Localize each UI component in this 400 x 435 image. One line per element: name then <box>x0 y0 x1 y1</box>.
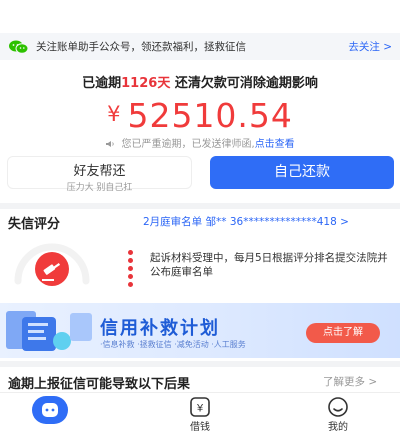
friend-pay-sublabel: 压力大 别自己扛 <box>66 183 133 193</box>
overdue-suffix: 还清欠款可消除逾期影响 <box>170 76 318 91</box>
notice-text: 关注账单助手公众号，领还款福利，拯救征信 <box>36 41 246 53</box>
home-icon <box>32 396 68 424</box>
self-pay-button[interactable]: 自己还款 <box>210 156 394 189</box>
bottom-tab-bar: ¥ 借钱 我的 <box>0 392 400 435</box>
timeline-dots <box>128 250 134 290</box>
profile-icon <box>327 396 349 418</box>
timeline-text: 起诉材料受理中，每月5日根据评分排名提交法院并公布庭审名单 <box>150 252 388 278</box>
view-letter-link[interactable]: 点击查看 <box>255 139 295 150</box>
learn-more-link[interactable]: 了解更多 > <box>323 374 377 389</box>
currency-symbol: ¥ <box>107 102 122 126</box>
notice-bar[interactable]: 关注账单助手公众号，领还款福利，拯救征信 去关注 > <box>0 33 400 60</box>
warning-text: 您已严重逾期，已发送律师函, <box>121 139 255 150</box>
friend-pay-label: 好友帮还 <box>73 164 126 179</box>
tab-borrow[interactable]: ¥ 借钱 <box>150 393 250 435</box>
follow-link[interactable]: 去关注 > <box>348 39 392 54</box>
court-list-link[interactable]: 2月庭审名单 邹** 36**************418 > <box>143 214 349 229</box>
debt-amount: ¥52510.54 <box>0 96 400 135</box>
speaker-icon <box>105 139 121 150</box>
learn-more-button[interactable]: 点击了解 <box>306 323 380 343</box>
banner-subtitle: ·信息补救 ·拯救征信 ·减免活动 ·人工服务 <box>100 340 246 349</box>
yuan-icon: ¥ <box>189 396 211 418</box>
tab-mine[interactable]: 我的 <box>288 393 388 435</box>
status-bar <box>0 0 400 32</box>
tab-borrow-label: 借钱 <box>190 422 210 433</box>
banner-title: 信用补救计划 <box>100 318 220 339</box>
banner-illustration <box>6 311 92 351</box>
wechat-icon <box>8 39 30 55</box>
overdue-status: 已逾期1126天 还清欠款可消除逾期影响 <box>0 72 400 91</box>
overdue-days: 1126天 <box>121 76 171 91</box>
section-divider <box>0 203 400 209</box>
section-divider <box>0 361 400 367</box>
credit-score-title: 失信评分 <box>8 217 61 232</box>
consequences-title: 逾期上报征信可能导致以下后果 <box>8 377 191 392</box>
credit-gauge <box>12 235 92 295</box>
svg-text:¥: ¥ <box>196 403 204 415</box>
warning-line: 您已严重逾期，已发送律师函,点击查看 <box>0 135 400 150</box>
tab-home[interactable] <box>0 393 100 435</box>
amount-value: 52510.54 <box>127 96 293 135</box>
friend-pay-button[interactable]: 好友帮还 压力大 别自己扛 <box>7 156 192 193</box>
overdue-prefix: 已逾期 <box>82 76 122 91</box>
tab-mine-label: 我的 <box>328 422 348 433</box>
credit-rescue-banner[interactable]: 信用补救计划 ·信息补救 ·拯救征信 ·减免活动 ·人工服务 点击了解 <box>0 303 400 358</box>
